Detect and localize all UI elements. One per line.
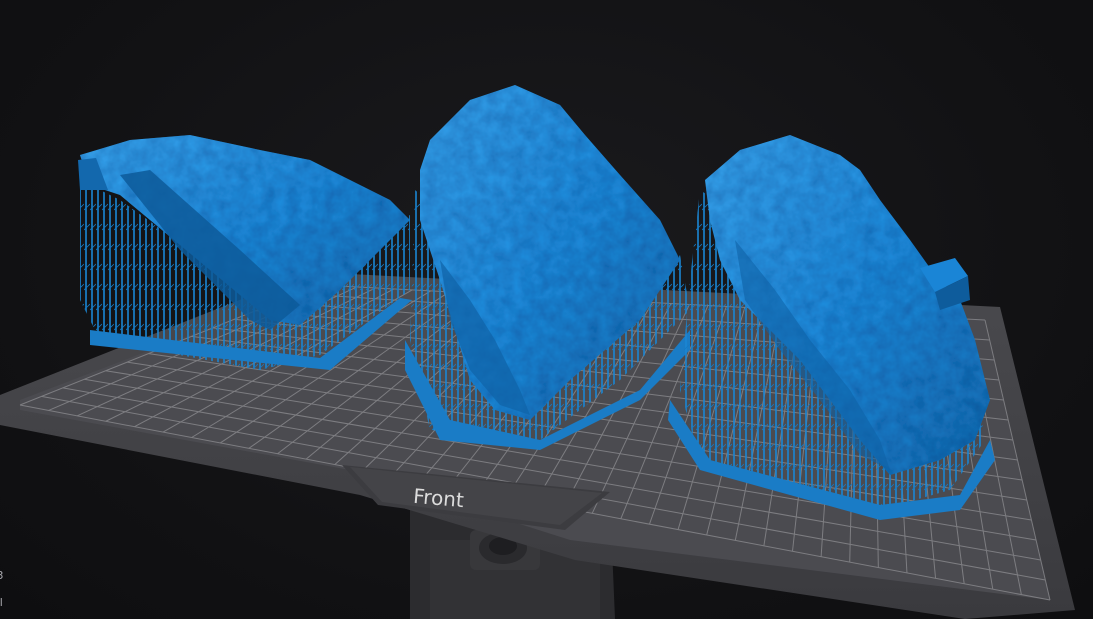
model-left[interactable] [78, 135, 412, 370]
bed-front-label: Front [412, 484, 465, 512]
print-bed-scene[interactable]: Front [0, 0, 1093, 619]
status-line-2: h 3 [0, 569, 3, 582]
model-right[interactable] [668, 135, 995, 520]
status-panel: ed h 3 nal [0, 540, 40, 619]
3d-viewport[interactable]: Front ed h 3 nal [0, 0, 1093, 619]
status-line-3: nal [0, 596, 3, 609]
